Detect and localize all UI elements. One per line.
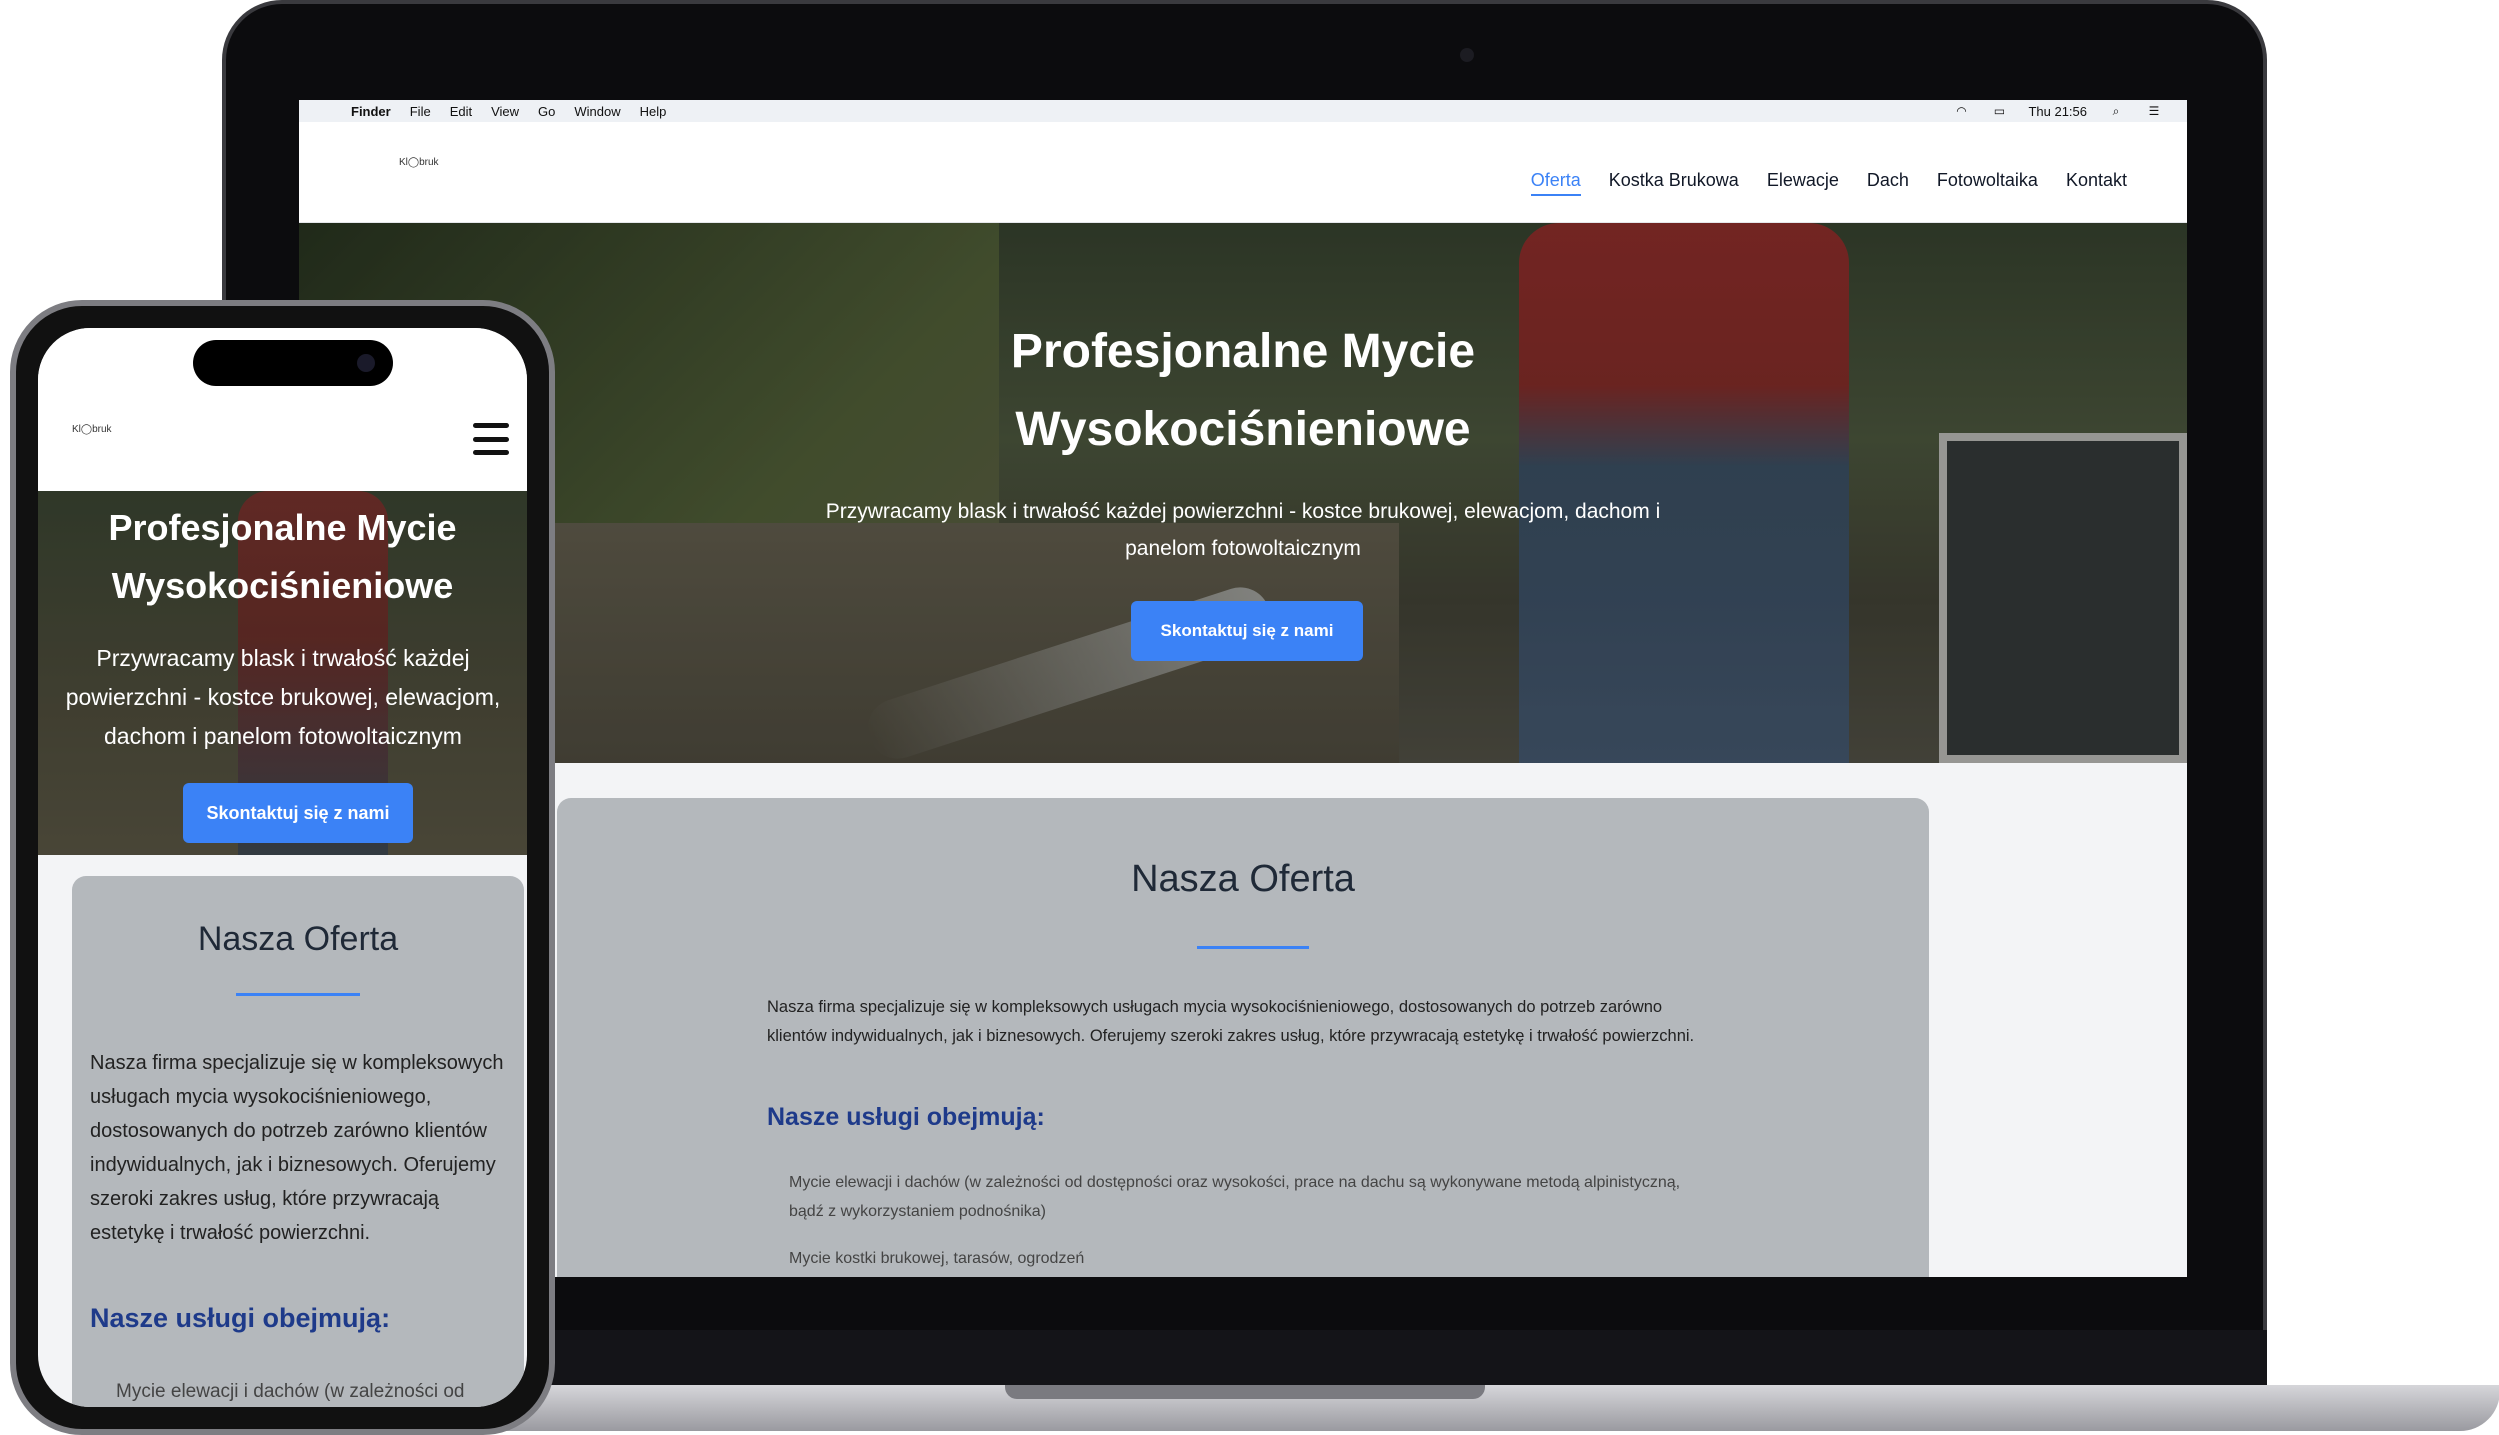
- phone-offer-card: Nasza Oferta Nasza firma specjalizuje si…: [72, 876, 524, 1407]
- phone-offer-description: Nasza firma specjalizuje się w komplekso…: [90, 1052, 504, 1244]
- nav-fotowoltaika[interactable]: Fotowoltaika: [1937, 170, 2038, 196]
- phone-hero-section: Profesjonalne Mycie Wysokociśnieniowe Pr…: [38, 491, 527, 855]
- phone-screen: Kl◯bruk Profesjonalne Mycie Wysokociśnie…: [38, 328, 527, 1407]
- list-icon[interactable]: ☰: [2145, 105, 2163, 117]
- hero-subtitle: Przywracamy blask i trwałość każdej powi…: [825, 500, 1661, 560]
- phone-hero-title: Profesjonalne Mycie Wysokociśnieniowe: [108, 507, 457, 606]
- phone-services-list-item: Mycie elewacji i dachów (w zależności od: [116, 1381, 465, 1402]
- phone-offer-title: Nasza Oferta: [197, 920, 399, 958]
- services-list: Mycie elewacji i dachów (w zależności od…: [789, 1168, 1709, 1277]
- hamburger-menu-icon[interactable]: [473, 423, 509, 455]
- offer-title: Nasza Oferta: [1131, 858, 1355, 900]
- dynamic-island: [193, 340, 393, 386]
- offer-title-underline: [1197, 946, 1309, 949]
- site-logo[interactable]: Kl◯bruk: [399, 157, 439, 168]
- nav-kostka-brukowa[interactable]: Kostka Brukowa: [1609, 170, 1739, 196]
- list-item: Mycie elewacji i dachów (w zależności od…: [789, 1174, 1681, 1220]
- laptop-screen: Finder File Edit View Go Window Help ◠ ▭…: [299, 100, 2187, 1277]
- offer-card: Nasza Oferta Nasza firma specjalizuje si…: [557, 798, 1929, 1277]
- nav-kontakt[interactable]: Kontakt: [2066, 170, 2127, 196]
- menu-view[interactable]: View: [491, 104, 519, 119]
- battery-icon[interactable]: ▭: [1990, 105, 2008, 117]
- menu-window[interactable]: Window: [574, 104, 620, 119]
- site-header: Kl◯bruk Oferta Kostka Brukowa Elewacje D…: [299, 122, 2187, 223]
- list-item: Mycie kostki brukowej, tarasów, ogrodzeń: [789, 1250, 1085, 1267]
- phone-frame: Kl◯bruk Profesjonalne Mycie Wysokociśnie…: [10, 300, 555, 1435]
- services-heading: Nasze usługi obejmują:: [767, 1103, 1045, 1131]
- phone-offer-underline: [236, 993, 360, 996]
- search-icon[interactable]: ⌕: [2107, 105, 2125, 117]
- nav-oferta[interactable]: Oferta: [1530, 170, 1581, 196]
- camera-dot: [1460, 48, 1474, 62]
- phone-hero-subtitle: Przywracamy blask i trwałość każdej powi…: [65, 645, 501, 749]
- menubar-clock[interactable]: Thu 21:56: [2028, 104, 2087, 119]
- wifi-icon[interactable]: ◠: [1952, 105, 1970, 117]
- phone-services-heading: Nasze usługi obejmują:: [90, 1303, 391, 1333]
- main-nav: Oferta Kostka Brukowa Elewacje Dach Foto…: [1530, 170, 2127, 196]
- hero-title: Profesjonalne Mycie Wysokociśnieniowe: [1010, 325, 1476, 456]
- menu-file[interactable]: File: [410, 104, 431, 119]
- menu-edit[interactable]: Edit: [450, 104, 472, 119]
- phone-site-logo[interactable]: Kl◯bruk: [72, 424, 112, 435]
- nav-elewacje[interactable]: Elewacje: [1767, 170, 1839, 196]
- laptop-notch: [1005, 1385, 1485, 1399]
- nav-dach[interactable]: Dach: [1867, 170, 1909, 196]
- hero-section: Profesjonalne Mycie Wysokociśnieniowe Pr…: [299, 223, 2187, 763]
- menu-help[interactable]: Help: [640, 104, 667, 119]
- contact-button[interactable]: Skontaktuj się z nami: [1131, 601, 1363, 661]
- menu-finder[interactable]: Finder: [351, 104, 391, 119]
- mac-menubar: Finder File Edit View Go Window Help ◠ ▭…: [299, 100, 2187, 122]
- offer-description: Nasza firma specjalizuje się w komplekso…: [767, 998, 1695, 1045]
- menu-go[interactable]: Go: [538, 104, 555, 119]
- phone-contact-button[interactable]: Skontaktuj się z nami: [183, 783, 413, 843]
